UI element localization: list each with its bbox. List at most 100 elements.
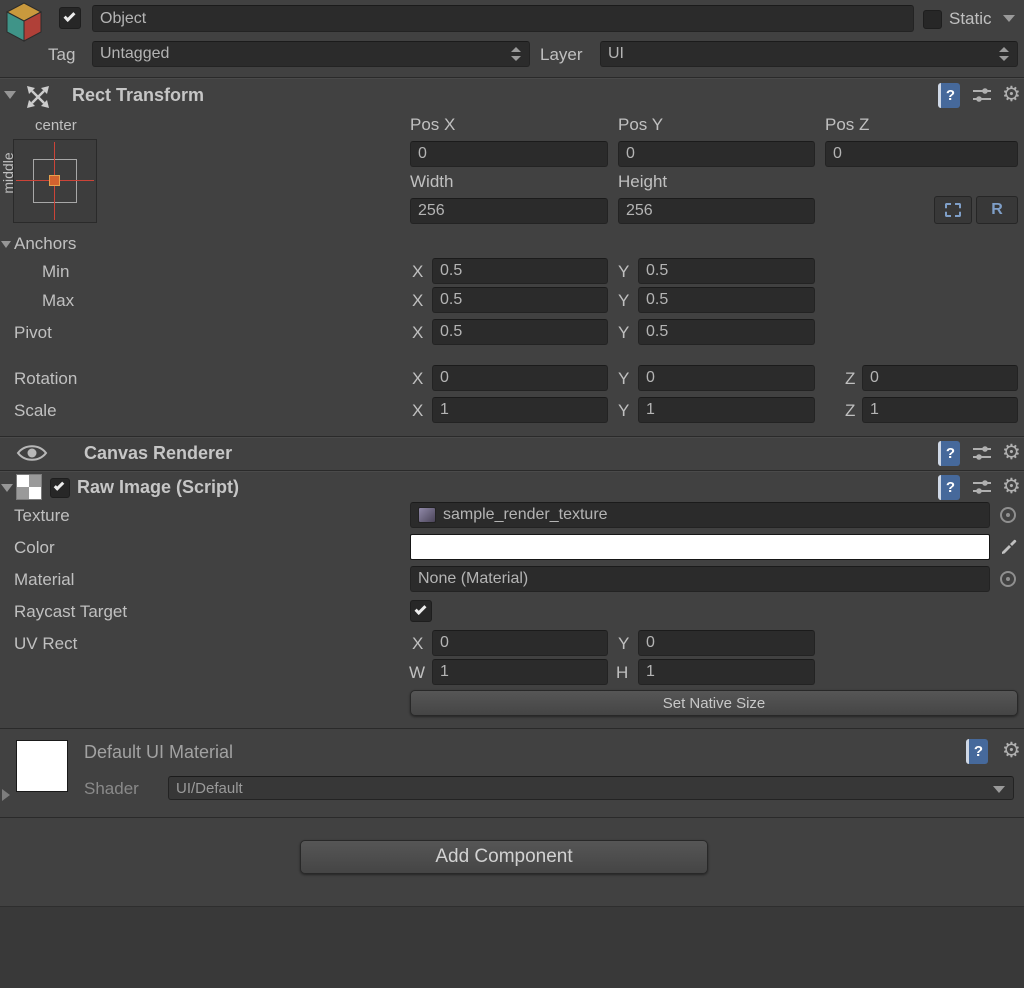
pos-z-label: Pos Z [825, 115, 870, 134]
eyedropper-icon[interactable] [1000, 535, 1020, 555]
preview-area [0, 906, 1024, 988]
anchors-max-label: Max [42, 291, 75, 310]
help-icon[interactable]: ? [966, 739, 988, 764]
width-input[interactable]: 256 [410, 198, 608, 224]
tag-dropdown-arrows-icon [511, 47, 521, 61]
rotation-x-input[interactable]: 0 [432, 365, 608, 391]
gear-icon[interactable]: ⚙ [1002, 442, 1021, 463]
raw-image-title: Raw Image (Script) [77, 477, 240, 497]
blueprint-rect-icon [945, 203, 961, 217]
raycast-target-checkbox[interactable] [410, 600, 432, 622]
max-x-axis-label: X [412, 291, 424, 310]
texture-object-field[interactable]: sample_render_texture [410, 502, 990, 528]
anchor-preset-widget[interactable] [13, 139, 97, 223]
pivot-y-input[interactable]: 0.5 [638, 319, 815, 345]
pos-z-input[interactable]: 0 [825, 141, 1018, 167]
set-native-size-button[interactable]: Set Native Size [410, 690, 1018, 716]
uv-x-input[interactable]: 0 [432, 630, 608, 656]
help-glyph: ? [945, 479, 956, 496]
gear-icon[interactable]: ⚙ [1002, 476, 1021, 497]
height-input[interactable]: 256 [618, 198, 815, 224]
min-x-input[interactable]: 0.5 [432, 258, 608, 284]
rect-transform-foldout-icon[interactable] [4, 91, 16, 99]
presets-icon[interactable] [972, 445, 992, 462]
gear-icon[interactable]: ⚙ [1002, 84, 1021, 105]
shader-dropdown[interactable]: UI/Default [168, 776, 1014, 800]
scale-x-input[interactable]: 1 [432, 397, 608, 423]
scale-z-input[interactable]: 1 [862, 397, 1018, 423]
texture-label: Texture [14, 506, 70, 525]
texture-thumbnail-icon [418, 507, 436, 523]
checkmark-icon [63, 9, 76, 23]
uv-y-axis-label: Y [618, 634, 630, 653]
canvas-renderer-title: Canvas Renderer [84, 443, 233, 463]
scale-label: Scale [14, 401, 57, 420]
width-label: Width [410, 172, 454, 191]
min-y-input[interactable]: 0.5 [638, 258, 815, 284]
rotation-z-input[interactable]: 0 [862, 365, 1018, 391]
rect-transform-icon [27, 86, 49, 108]
material-preview-swatch[interactable] [16, 740, 68, 792]
anchors-label: Anchors [14, 234, 77, 253]
gear-icon[interactable]: ⚙ [1002, 740, 1021, 761]
checkmark-icon [53, 480, 65, 491]
uv-w-axis-label: W [409, 663, 426, 682]
tag-dropdown[interactable]: Untagged [92, 41, 530, 67]
layer-label: Layer [540, 45, 583, 64]
uv-h-input[interactable]: 1 [638, 659, 815, 685]
raw-edit-mode-button[interactable]: R [976, 196, 1018, 224]
presets-icon[interactable] [972, 87, 992, 104]
rotation-x-axis-label: X [412, 369, 424, 388]
layer-value: UI [608, 45, 624, 62]
static-dropdown-arrow-icon[interactable] [1003, 15, 1015, 22]
uv-w-input[interactable]: 1 [432, 659, 608, 685]
raw-image-enabled-checkbox[interactable] [50, 478, 70, 498]
help-icon[interactable]: ? [938, 83, 960, 108]
uv-rect-label: UV Rect [14, 634, 78, 653]
footer-divider [0, 817, 1024, 818]
name-input[interactable]: Object [92, 5, 914, 32]
layer-dropdown[interactable]: UI [600, 41, 1018, 67]
raw-image-foldout-icon[interactable] [1, 484, 13, 492]
min-y-axis-label: Y [618, 262, 630, 281]
max-x-input[interactable]: 0.5 [432, 287, 608, 313]
scale-y-input[interactable]: 1 [638, 397, 815, 423]
help-glyph: ? [945, 87, 956, 104]
anchors-foldout-icon[interactable] [1, 241, 11, 248]
active-checkbox[interactable] [59, 7, 81, 29]
help-glyph: ? [945, 445, 956, 462]
material-object-field[interactable]: None (Material) [410, 566, 990, 592]
color-swatch[interactable] [410, 534, 990, 560]
scale-z-axis-label: Z [845, 401, 856, 420]
uv-y-input[interactable]: 0 [638, 630, 815, 656]
help-icon[interactable]: ? [938, 441, 960, 466]
add-component-button[interactable]: Add Component [300, 840, 708, 874]
material-label: Material [14, 570, 75, 589]
pivot-x-input[interactable]: 0.5 [432, 319, 608, 345]
material-object-picker-icon[interactable] [1000, 571, 1016, 587]
rect-transform-title: Rect Transform [72, 85, 205, 105]
static-checkbox[interactable] [923, 10, 942, 29]
raycast-target-label: Raycast Target [14, 602, 128, 621]
checkmark-icon [414, 602, 427, 616]
scale-y-axis-label: Y [618, 401, 630, 420]
pos-x-input[interactable]: 0 [410, 141, 608, 167]
uv-h-axis-label: H [616, 663, 629, 682]
rotation-label: Rotation [14, 369, 78, 388]
rotation-y-input[interactable]: 0 [638, 365, 815, 391]
min-x-axis-label: X [412, 262, 424, 281]
help-icon[interactable]: ? [938, 475, 960, 500]
gameobject-cube-icon [5, 2, 43, 42]
tag-value: Untagged [100, 45, 170, 62]
blueprint-mode-button[interactable] [934, 196, 972, 224]
material-section-divider [0, 728, 1024, 729]
height-label: Height [618, 172, 668, 191]
shader-dropdown-arrow-icon [993, 786, 1005, 793]
material-preview-foldout-icon[interactable] [2, 789, 10, 801]
tag-label: Tag [48, 45, 76, 64]
max-y-input[interactable]: 0.5 [638, 287, 815, 313]
texture-object-picker-icon[interactable] [1000, 507, 1016, 523]
pos-y-input[interactable]: 0 [618, 141, 815, 167]
presets-icon[interactable] [972, 479, 992, 496]
rotation-y-axis-label: Y [618, 369, 630, 388]
